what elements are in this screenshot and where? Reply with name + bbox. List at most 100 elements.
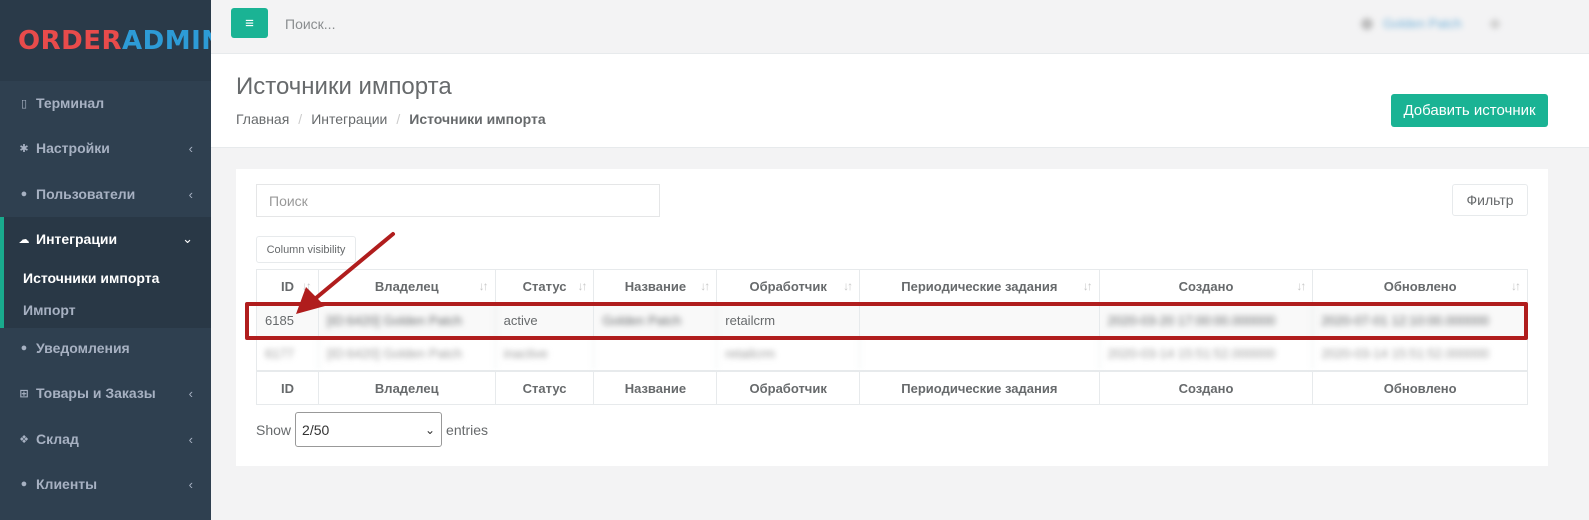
column-header-tasks[interactable]: Периодические задания ↓↑ (860, 270, 1100, 302)
logo[interactable]: ORDERADMIN (18, 26, 224, 56)
sidebar-item-label: Товары и Заказы (36, 385, 156, 401)
entries-label: entries (446, 421, 489, 438)
content-box: Поиск Фильтр Column visibility ID ↓↑ Влад… (236, 169, 1548, 466)
hamburger-icon: ≡ (245, 14, 254, 32)
footer-created: Создано (1100, 372, 1314, 404)
page-title: Источники импорта (236, 73, 452, 100)
footer-status: Статус (496, 372, 595, 404)
column-header-created[interactable]: Создано ↓↑ (1100, 270, 1314, 302)
sidebar-subitem-import[interactable]: Импорт (23, 302, 76, 318)
column-header-id[interactable]: ID ↓↑ (257, 270, 319, 302)
header-label: Статус (522, 278, 567, 294)
chevron-left-icon: ‹ (188, 186, 193, 202)
sidebar-item-label: Интеграции (36, 231, 118, 247)
breadcrumb-home[interactable]: Главная (236, 111, 289, 127)
breadcrumb-separator: / (396, 111, 401, 127)
info-icon: ● (20, 342, 28, 354)
cell-tasks (860, 303, 1100, 337)
table-footer: ID Владелец Статус Название Обработчик П… (256, 370, 1528, 405)
page-heading: Источники импорта Главная / Интеграции /… (211, 54, 1589, 148)
cell-updated: 2020-07-01 12:10:00.000000 (1321, 312, 1490, 328)
cell-status: active (496, 303, 595, 337)
breadcrumb-integrations[interactable]: Интеграции (311, 111, 387, 127)
footer-updated: Обновлено (1383, 380, 1457, 396)
chevron-down-icon: ⌄ (424, 422, 436, 437)
breadcrumb-separator: / (298, 111, 303, 127)
sidebar-item-integrations[interactable]: ☁ Интеграции ⌄ (0, 217, 211, 261)
table-search-input[interactable]: Поиск (256, 184, 660, 217)
footer-handler: Обработчик (717, 372, 861, 404)
tablet-icon: ▯ (20, 97, 28, 110)
footer-id: ID (257, 372, 319, 404)
avatar (1361, 17, 1373, 30)
sort-icon: ↓↑ (1296, 279, 1306, 293)
sidebar-item-label: Уведомления (36, 340, 130, 356)
user-menu[interactable]: Golden Patch (1361, 16, 1500, 31)
page-length-select[interactable]: 2/50 ⌄ (295, 412, 443, 447)
header-label: Периодические задания (901, 278, 1058, 294)
column-header-handler[interactable]: Обработчик ↓↑ (717, 270, 861, 302)
footer-owner: Владелец (319, 372, 496, 404)
gear-icon: ✱ (19, 142, 29, 155)
cell-owner[interactable]: [ID:6420] Golden Patch (319, 303, 496, 337)
sidebar-item-users[interactable]: ● Пользователи ‹ (0, 172, 211, 216)
cart-icon: ⊞ (19, 387, 29, 400)
cell-created: 2020-03-20 17:00:00.000000 (1100, 303, 1314, 337)
show-label: Show (256, 421, 292, 438)
column-header-name[interactable]: Название ↓↑ (594, 270, 718, 302)
column-header-status[interactable]: Статус ↓↑ (496, 270, 595, 302)
sidebar-item-products-orders[interactable]: ⊞ Товары и Заказы ‹ (0, 371, 211, 415)
top-search-input[interactable]: Поиск... (285, 16, 335, 32)
sidebar-item-label: Терминал (36, 95, 105, 111)
cell-owner[interactable]: [ID:6420] Golden Patch (319, 337, 496, 370)
header-label: Обработчик (749, 278, 827, 294)
cell-id: 6177 (257, 337, 319, 370)
menu-toggle-button[interactable]: ≡ (231, 8, 268, 38)
sidebar-item-label: Настройки (36, 140, 110, 156)
logo-area: ORDERADMIN (0, 0, 223, 81)
add-source-button[interactable]: Добавить источник (1391, 94, 1548, 127)
sidebar-item-label: Пользователи (36, 186, 136, 202)
filter-button[interactable]: Фильтр (1452, 184, 1528, 216)
table-row[interactable]: 6185 [ID:6420] Golden Patch active Golde… (256, 303, 1528, 337)
sidebar-item-clients[interactable]: ● Клиенты ‹ (0, 462, 211, 506)
sidebar-item-label: Склад (36, 431, 79, 447)
sort-desc-icon: ↓↑ (301, 279, 312, 293)
sidebar-item-warehouse[interactable]: ❖ Склад ‹ (0, 417, 211, 461)
column-header-owner[interactable]: Владелец ↓↑ (319, 270, 496, 302)
breadcrumb: Главная / Интеграции / Источники импорта (236, 111, 546, 127)
column-visibility-button[interactable]: Column visibility (256, 236, 356, 263)
users-icon: ● (20, 478, 28, 490)
cell-name (594, 337, 718, 370)
footer-tasks: Периодические задания (860, 372, 1100, 404)
table-row[interactable]: 6177 [ID:6420] Golden Patch inactive ret… (256, 337, 1528, 370)
cell-created: 2020-03-14 15:51:52.000000 (1100, 337, 1314, 370)
logo-admin: ADMIN (122, 25, 224, 56)
page-length-value: 2/50 (302, 421, 330, 438)
sort-icon: ↓↑ (1511, 279, 1521, 293)
column-header-updated[interactable]: Обновлено ↓↑ (1313, 270, 1527, 302)
topbar: ≡ Поиск... Golden Patch (211, 0, 1589, 54)
cell-status: inactive (496, 337, 595, 370)
user-name: Golden Patch (1383, 16, 1462, 31)
sidebar-subitem-import-sources[interactable]: Источники импорта (23, 270, 159, 286)
header-label: ID (280, 278, 294, 294)
cloud-download-icon: ☁ (18, 233, 30, 246)
sidebar-item-terminal[interactable]: ▯ Терминал (0, 81, 211, 125)
sort-icon: ↓↑ (843, 279, 853, 293)
chevron-left-icon: ‹ (188, 385, 193, 401)
sidebar-item-settings[interactable]: ✱ Настройки ‹ (0, 126, 211, 170)
sidebar-item-notifications[interactable]: ● Уведомления (0, 326, 211, 370)
cell-handler: retailcrm (717, 303, 861, 337)
table-header: ID ↓↑ Владелец ↓↑ Статус ↓↑ Название ↓↑ Обра… (256, 269, 1528, 303)
chevron-left-icon: ‹ (188, 431, 193, 447)
logout-icon[interactable] (1489, 18, 1500, 29)
cell-tasks (860, 337, 1100, 370)
sidebar-item-label: Клиенты (36, 476, 98, 492)
header-label: Создано (1178, 278, 1234, 294)
page-length: Show 2/50 ⌄ entries (256, 412, 488, 447)
sidebar: ORDERADMIN ▯ Терминал ✱ Настройки ‹ ● По… (0, 0, 223, 520)
chevron-down-icon: ⌄ (182, 231, 193, 246)
cell-updated: 2020-03-14 15:51:52.000000 (1321, 346, 1490, 361)
sort-icon: ↓↑ (700, 279, 710, 293)
